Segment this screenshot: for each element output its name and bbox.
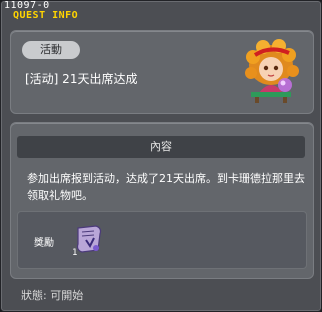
quest-title: [活动] 21天出席达成 [25,72,138,86]
content-section-header: 內容 [17,136,305,158]
quest-description: 参加出席报到活动，达成了21天出席。到卡珊德拉那里去领取礼物吧。 [27,172,305,202]
reward-section: 獎勵 1 [17,211,307,269]
quest-category-badge: 活動 [22,41,80,59]
npc-portrait-icon [245,39,299,103]
window-titlebar[interactable]: 11097-0 QUEST INFO [1,0,321,25]
reward-quantity: 1 [72,248,78,258]
quest-info-window: 11097-0 QUEST INFO 活動 [活动] 21天出席达成 內容 参加… [0,0,322,312]
quest-summary-panel: 活動 [活动] 21天出席达成 [10,30,314,114]
reward-label: 獎勵 [34,238,54,249]
quest-content-panel: 內容 参加出席报到活动，达成了21天出席。到卡珊德拉那里去领取礼物吧。 獎勵 1 [10,122,314,279]
window-title: QUEST INFO [13,10,79,21]
quest-status: 狀態: 可開始 [21,289,84,302]
